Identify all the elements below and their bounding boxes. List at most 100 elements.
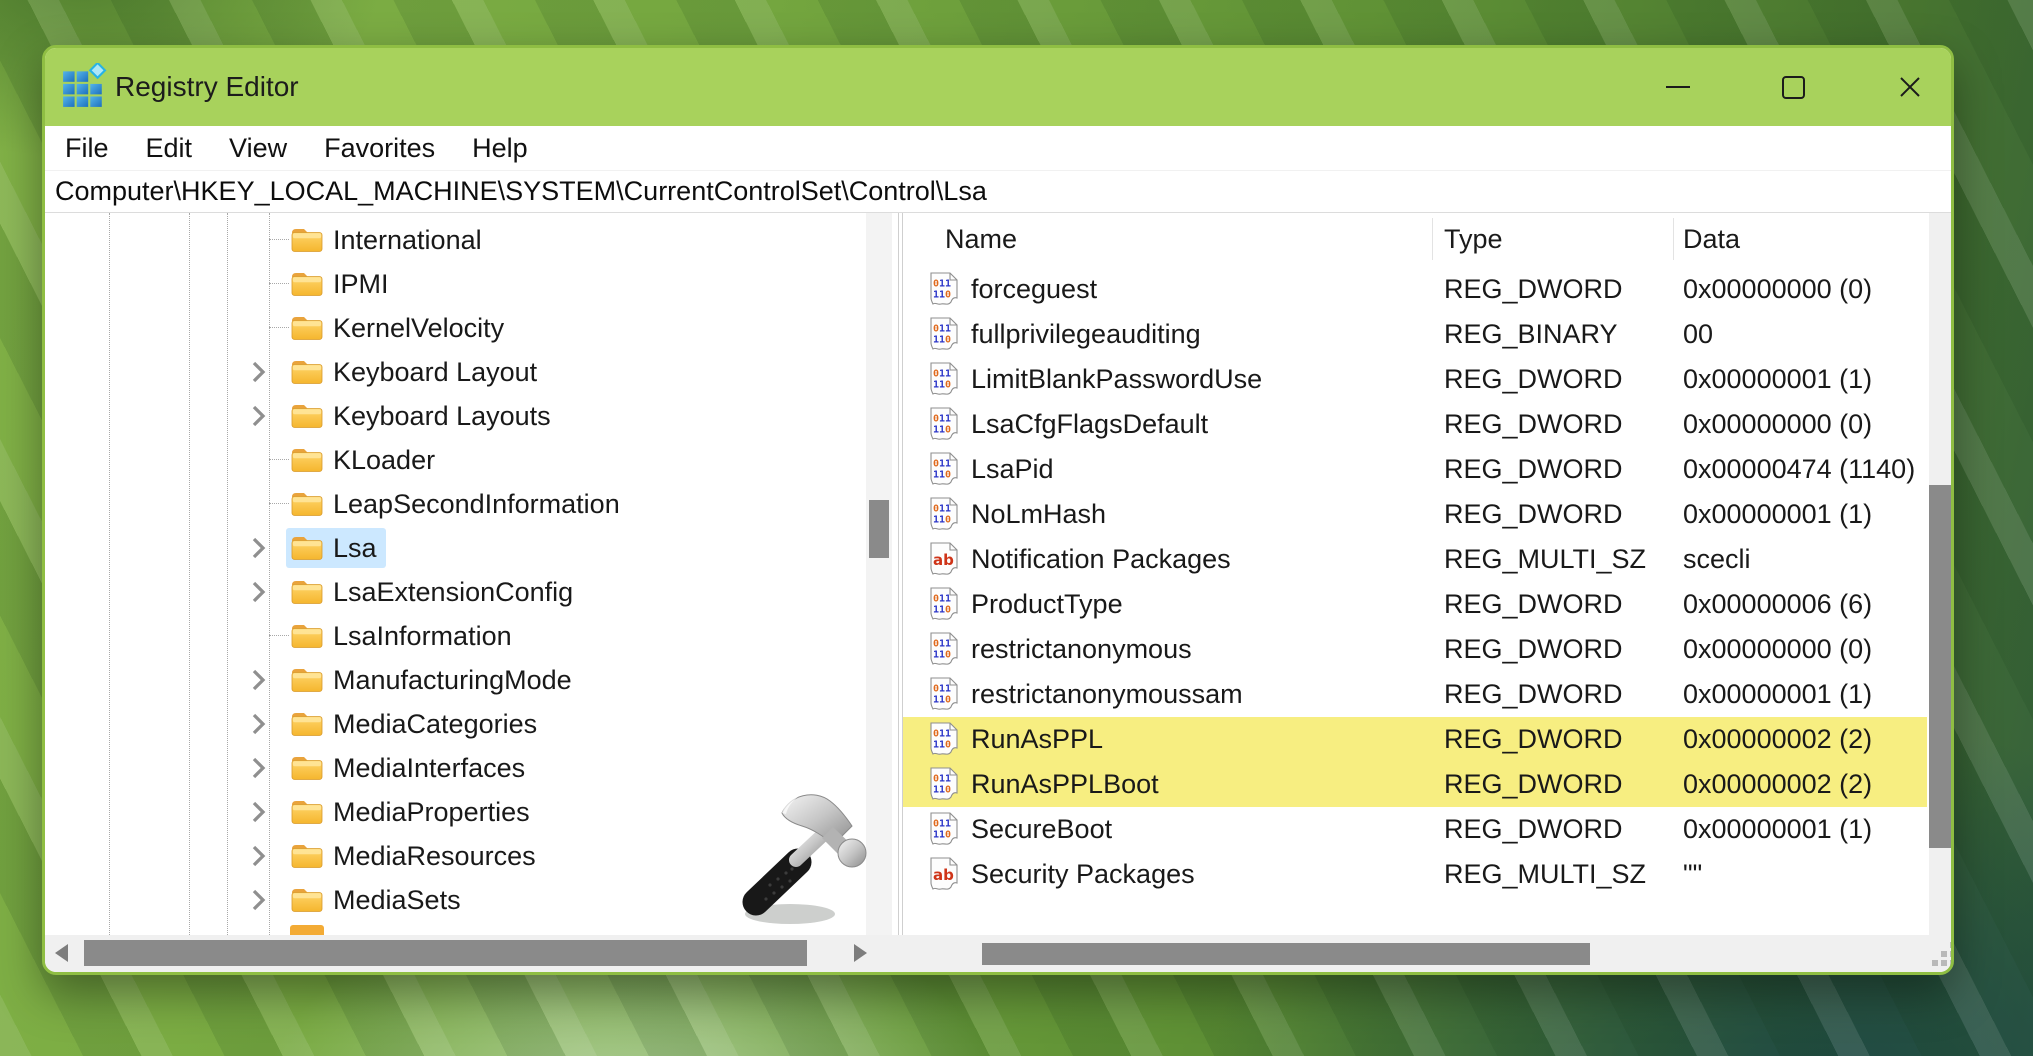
chevron-right-icon[interactable] [251, 800, 266, 824]
list-horizontal-scrollbar[interactable] [903, 935, 1954, 972]
close-button[interactable] [1864, 48, 1954, 126]
tree-item-kloader[interactable]: KLoader [45, 438, 838, 482]
folder-icon [290, 358, 324, 386]
svg-text:110: 110 [933, 829, 951, 840]
menu-item-edit[interactable]: Edit [146, 133, 193, 164]
chevron-right-icon[interactable] [251, 536, 266, 560]
titlebar[interactable]: Registry Editor [45, 48, 1951, 126]
value-row-restrictanonymoussam[interactable]: 011110restrictanonymoussamREG_DWORD0x000… [903, 672, 1927, 717]
tree-item-mediasets[interactable]: MediaSets [45, 878, 838, 922]
tree-item-keyboard-layout[interactable]: Keyboard Layout [45, 350, 838, 394]
value-row-forceguest[interactable]: 011110forceguestREG_DWORD0x00000000 (0) [903, 267, 1927, 312]
svg-text:011: 011 [933, 323, 951, 334]
value-name: SecureBoot [971, 807, 1439, 852]
column-separator[interactable] [1432, 218, 1433, 260]
tree-item-leapsecondinformation[interactable]: LeapSecondInformation [45, 482, 838, 526]
tree-item-manufacturingmode[interactable]: ManufacturingMode [45, 658, 838, 702]
menu-item-help[interactable]: Help [472, 133, 528, 164]
maximize-icon [1782, 76, 1805, 99]
value-row-nolmhash[interactable]: 011110NoLmHashREG_DWORD0x00000001 (1) [903, 492, 1927, 537]
list-vertical-scrollbar[interactable] [1929, 213, 1954, 935]
tree-node[interactable]: LsaExtensionConfig [286, 572, 582, 612]
svg-text:110: 110 [933, 424, 951, 435]
chevron-right-icon[interactable] [251, 360, 266, 384]
tree-item-ipmi[interactable]: IPMI [45, 262, 838, 306]
tree-node[interactable]: KernelVelocity [286, 308, 513, 348]
tree-vertical-scrollbar-thumb[interactable] [869, 500, 889, 558]
folder-icon [290, 270, 324, 298]
column-header-data[interactable]: Data [1683, 213, 1740, 265]
tree-node[interactable]: MediaCategories [286, 704, 546, 744]
value-row-runasppl[interactable]: 011110RunAsPPLREG_DWORD0x00000002 (2) [903, 717, 1927, 762]
tree-item-kernelvelocity[interactable]: KernelVelocity [45, 306, 838, 350]
menu-item-file[interactable]: File [65, 133, 109, 164]
tree-node[interactable]: LsaInformation [286, 616, 521, 656]
svg-text:110: 110 [933, 379, 951, 390]
value-row-secureboot[interactable]: 011110SecureBootREG_DWORD0x00000001 (1) [903, 807, 1927, 852]
scroll-left-arrow-icon[interactable] [55, 944, 68, 962]
tree-node[interactable]: ManufacturingMode [286, 660, 581, 700]
tree-item-lsaextensionconfig[interactable]: LsaExtensionConfig [45, 570, 838, 614]
tree-item-international[interactable]: International [45, 218, 838, 262]
value-name: fullprivilegeauditing [971, 312, 1439, 357]
tree-item-label: MediaInterfaces [333, 753, 525, 784]
menu-item-favorites[interactable]: Favorites [324, 133, 435, 164]
svg-text:110: 110 [933, 694, 951, 705]
tree-pane: InternationalIPMIKernelVelocityKeyboard … [45, 213, 898, 935]
value-row-fullprivilegeauditing[interactable]: 011110fullprivilegeauditingREG_BINARY00 [903, 312, 1927, 357]
tree-node[interactable]: MediaResources [286, 836, 545, 876]
tree-item-label: IPMI [333, 269, 389, 300]
column-header-type[interactable]: Type [1444, 213, 1503, 265]
tree-item-mediaresources[interactable]: MediaResources [45, 834, 838, 878]
list-horizontal-scrollbar-thumb[interactable] [982, 943, 1590, 965]
resize-grip[interactable] [1932, 942, 1954, 967]
value-row-producttype[interactable]: 011110ProductTypeREG_DWORD0x00000006 (6) [903, 582, 1927, 627]
value-row-limitblankpassworduse[interactable]: 011110LimitBlankPasswordUseREG_DWORD0x00… [903, 357, 1927, 402]
value-row-restrictanonymous[interactable]: 011110restrictanonymousREG_DWORD0x000000… [903, 627, 1927, 672]
tree-item-keyboard-layouts[interactable]: Keyboard Layouts [45, 394, 838, 438]
tree-item-mediacategories[interactable]: MediaCategories [45, 702, 838, 746]
tree-item-lsainformation[interactable]: LsaInformation [45, 614, 838, 658]
address-bar[interactable]: Computer\HKEY_LOCAL_MACHINE\SYSTEM\Curre… [45, 171, 1951, 213]
value-row-lsacfgflagsdefault[interactable]: 011110LsaCfgFlagsDefaultREG_DWORD0x00000… [903, 402, 1927, 447]
minimize-button[interactable] [1632, 48, 1724, 126]
svg-text:110: 110 [933, 289, 951, 300]
tree-node[interactable]: MediaProperties [286, 792, 539, 832]
tree-item-label: LsaExtensionConfig [333, 577, 573, 608]
column-header-name[interactable]: Name [945, 213, 1017, 265]
tree-node[interactable]: MediaInterfaces [286, 748, 534, 788]
tree-node[interactable]: International [286, 220, 491, 260]
tree-horizontal-scrollbar[interactable] [45, 935, 898, 972]
scroll-right-arrow-icon[interactable] [854, 944, 867, 962]
chevron-right-icon[interactable] [251, 756, 266, 780]
value-data: 0x00000001 (1) [1683, 492, 1927, 537]
tree-node[interactable]: LeapSecondInformation [286, 484, 629, 524]
list-vertical-scrollbar-thumb[interactable] [1929, 485, 1954, 848]
chevron-right-icon[interactable] [251, 844, 266, 868]
chevron-right-icon[interactable] [251, 668, 266, 692]
menu-item-view[interactable]: View [229, 133, 287, 164]
tree-node[interactable]: KLoader [286, 440, 444, 480]
chevron-right-icon[interactable] [251, 580, 266, 604]
tree-node[interactable]: Keyboard Layout [286, 352, 546, 392]
chevron-right-icon[interactable] [251, 404, 266, 428]
column-separator[interactable] [1673, 218, 1674, 260]
tree-item-mediainterfaces[interactable]: MediaInterfaces [45, 746, 838, 790]
tree-node[interactable]: IPMI [286, 264, 398, 304]
value-row-lsapid[interactable]: 011110LsaPidREG_DWORD0x00000474 (1140) [903, 447, 1927, 492]
list-rows: 011110forceguestREG_DWORD0x00000000 (0)0… [903, 267, 1927, 897]
tree-horizontal-scrollbar-thumb[interactable] [84, 940, 807, 966]
tree-node[interactable]: Keyboard Layouts [286, 396, 560, 436]
pane-divider[interactable] [898, 213, 903, 972]
dword-icon: 011110 [929, 407, 959, 443]
tree-item-lsa[interactable]: Lsa [45, 526, 838, 570]
chevron-right-icon[interactable] [251, 712, 266, 736]
chevron-right-icon[interactable] [251, 888, 266, 912]
maximize-button[interactable] [1747, 48, 1839, 126]
tree-node-selected[interactable]: Lsa [286, 528, 386, 568]
value-row-notification-packages[interactable]: abNotification PackagesREG_MULTI_SZscecl… [903, 537, 1927, 582]
value-row-runaspplboot[interactable]: 011110RunAsPPLBootREG_DWORD0x00000002 (2… [903, 762, 1927, 807]
value-row-security-packages[interactable]: abSecurity PackagesREG_MULTI_SZ"" [903, 852, 1927, 897]
tree-node[interactable]: MediaSets [286, 880, 470, 920]
tree-item-mediaproperties[interactable]: MediaProperties [45, 790, 838, 834]
